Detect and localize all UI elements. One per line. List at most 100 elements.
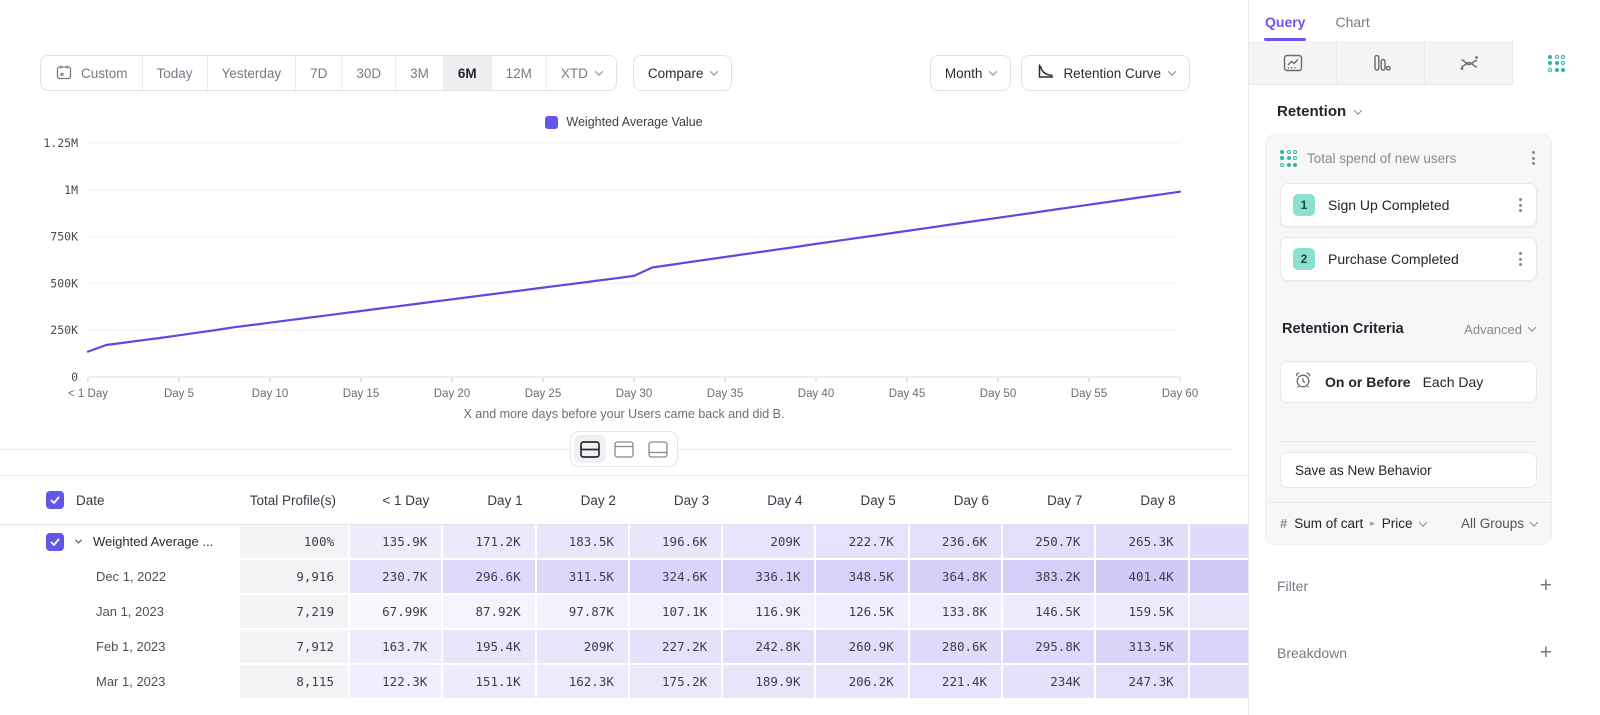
chart-legend: Weighted Average Value [0, 115, 1248, 129]
granularity-button[interactable]: Month [930, 55, 1012, 91]
svg-text:Day 25: Day 25 [525, 388, 561, 400]
range-custom[interactable]: Custom [41, 56, 143, 90]
measure-property: Price [1382, 516, 1413, 531]
retention-value-cell: 250.7K [1003, 525, 1096, 560]
row-label-cell: Mar 1, 2023 [0, 665, 240, 700]
calendar-icon [55, 63, 73, 84]
row-checkbox[interactable] [46, 533, 64, 551]
row-label-cell: Feb 1, 2023 [0, 630, 240, 665]
select-all-checkbox[interactable] [46, 491, 64, 509]
groups-dropdown[interactable]: All Groups [1461, 516, 1537, 531]
retention-value-cell: 336.1K [723, 560, 816, 595]
total-profiles-cell: 9,916 [240, 560, 350, 595]
compare-button[interactable]: Compare [633, 55, 733, 91]
retention-dots-icon [1280, 150, 1297, 167]
retention-value-cell: 234K [1003, 665, 1096, 700]
retention-value-cell: 162.3K [537, 665, 630, 700]
svg-text:Day 15: Day 15 [343, 388, 379, 400]
header-col-partial [1190, 476, 1248, 524]
step-label: Sign Up Completed [1328, 197, 1449, 213]
range-today[interactable]: Today [143, 56, 208, 90]
range-6m[interactable]: 6M [444, 56, 492, 90]
behavior-card: Total spend of new users 1 Sign Up Compl… [1265, 134, 1552, 545]
header-col: < 1 Day [350, 476, 443, 524]
table-row: Feb 1, 20237,912163.7K195.4K209K227.2K24… [0, 630, 1248, 665]
add-breakdown-button[interactable]: + [1540, 642, 1552, 663]
retention-tab[interactable] [1513, 41, 1600, 85]
panel-tabs: Query Chart [1249, 0, 1600, 41]
retention-value-cell: 265.3K [1096, 525, 1189, 560]
step-purchase-completed[interactable]: 2 Purchase Completed [1280, 237, 1537, 281]
retention-value-cell: 383.2K [1003, 560, 1096, 595]
criteria-card[interactable]: On or Before Each Day [1280, 361, 1537, 403]
insights-icon [1282, 52, 1304, 74]
tab-chart[interactable]: Chart [1335, 14, 1369, 41]
report-type-tabs [1249, 41, 1600, 85]
range-xtd[interactable]: XTD [547, 56, 616, 90]
measure-row: # Sum of cart ▸ Price All Groups [1266, 502, 1551, 544]
svg-text:< 1 Day: < 1 Day [68, 388, 108, 400]
retention-value-cell: 209K [723, 525, 816, 560]
insights-tab[interactable] [1249, 41, 1337, 85]
svg-text:Day 10: Day 10 [252, 388, 288, 400]
chevron-down-icon [1528, 323, 1536, 331]
chevron-down-icon [989, 67, 997, 75]
chart-only-toggle[interactable] [608, 435, 640, 463]
retention-value-cell: 171.2K [443, 525, 536, 560]
header-col: Day 2 [537, 476, 630, 524]
retention-value-cell: 67.99K [350, 595, 443, 630]
measure-dropdown[interactable]: # Sum of cart ▸ Price [1280, 516, 1426, 531]
retention-value-cell: 209K [537, 630, 630, 665]
measure-event: Sum of cart [1294, 516, 1363, 531]
expand-chevron-icon[interactable] [75, 537, 82, 544]
kebab-menu-icon[interactable] [1517, 250, 1524, 268]
flows-tab[interactable] [1425, 41, 1513, 85]
funnels-tab[interactable] [1337, 41, 1425, 85]
report-section-selector[interactable]: Retention [1277, 103, 1361, 120]
retention-value-cell: 151.1K [443, 665, 536, 700]
alarm-clock-icon [1293, 370, 1313, 395]
retention-value-cell: 189.9K [723, 665, 816, 700]
svg-text:1M: 1M [64, 183, 78, 197]
behavior-header: Total spend of new users [1280, 149, 1537, 167]
chevron-down-icon [1418, 518, 1426, 526]
breakdown-label: Breakdown [1277, 645, 1347, 661]
header-col: Day 1 [443, 476, 536, 524]
retention-value-cell: 295.8K [1003, 630, 1096, 665]
range-30d[interactable]: 30D [342, 56, 396, 90]
tab-query[interactable]: Query [1265, 14, 1305, 41]
svg-text:1.25M: 1.25M [43, 136, 78, 150]
retention-value-cell: 401.4K [1096, 560, 1189, 595]
query-panel: Query Chart [1248, 0, 1600, 715]
filter-label: Filter [1277, 578, 1308, 594]
range-7d[interactable]: 7D [296, 56, 342, 90]
chevron-down-icon [595, 67, 603, 75]
save-behavior-button[interactable]: Save as New Behavior [1280, 452, 1537, 488]
advanced-dropdown[interactable]: Advanced [1464, 322, 1535, 337]
property-arrow-icon: ▸ [1370, 518, 1375, 529]
report-main: CustomTodayYesterday7D30D3M6M12MXTD Comp… [0, 0, 1248, 715]
flows-icon [1458, 52, 1480, 74]
range-12m[interactable]: 12M [492, 56, 547, 90]
chart-type-button[interactable]: Retention Curve [1021, 55, 1190, 91]
header-col: Day 8 [1096, 476, 1189, 524]
svg-text:750K: 750K [50, 230, 78, 244]
retention-value-cell: 280.6K [910, 630, 1003, 665]
retention-value-cell: 146.5K [1003, 595, 1096, 630]
range-3m[interactable]: 3M [396, 56, 444, 90]
retention-value-cell: 163.7K [350, 630, 443, 665]
retention-value-cell: 122.3K [350, 665, 443, 700]
view-toggle-group [570, 431, 678, 467]
range-yesterday[interactable]: Yesterday [208, 56, 297, 90]
add-filter-button[interactable]: + [1540, 575, 1552, 596]
split-view-toggle[interactable] [574, 435, 606, 463]
step-sign-up-completed[interactable]: 1 Sign Up Completed [1280, 183, 1537, 227]
table-header: DateTotal Profile(s)< 1 DayDay 1Day 2Day… [0, 475, 1248, 525]
table-row: Jan 1, 20237,21967.99K87.92K97.87K107.1K… [0, 595, 1248, 630]
header-col: Day 6 [910, 476, 1003, 524]
retention-value-cell: 195.4K [443, 630, 536, 665]
kebab-menu-icon[interactable] [1530, 149, 1537, 167]
kebab-menu-icon[interactable] [1517, 196, 1524, 214]
retention-value-cell: 175.2K [630, 665, 723, 700]
table-only-toggle[interactable] [642, 435, 674, 463]
